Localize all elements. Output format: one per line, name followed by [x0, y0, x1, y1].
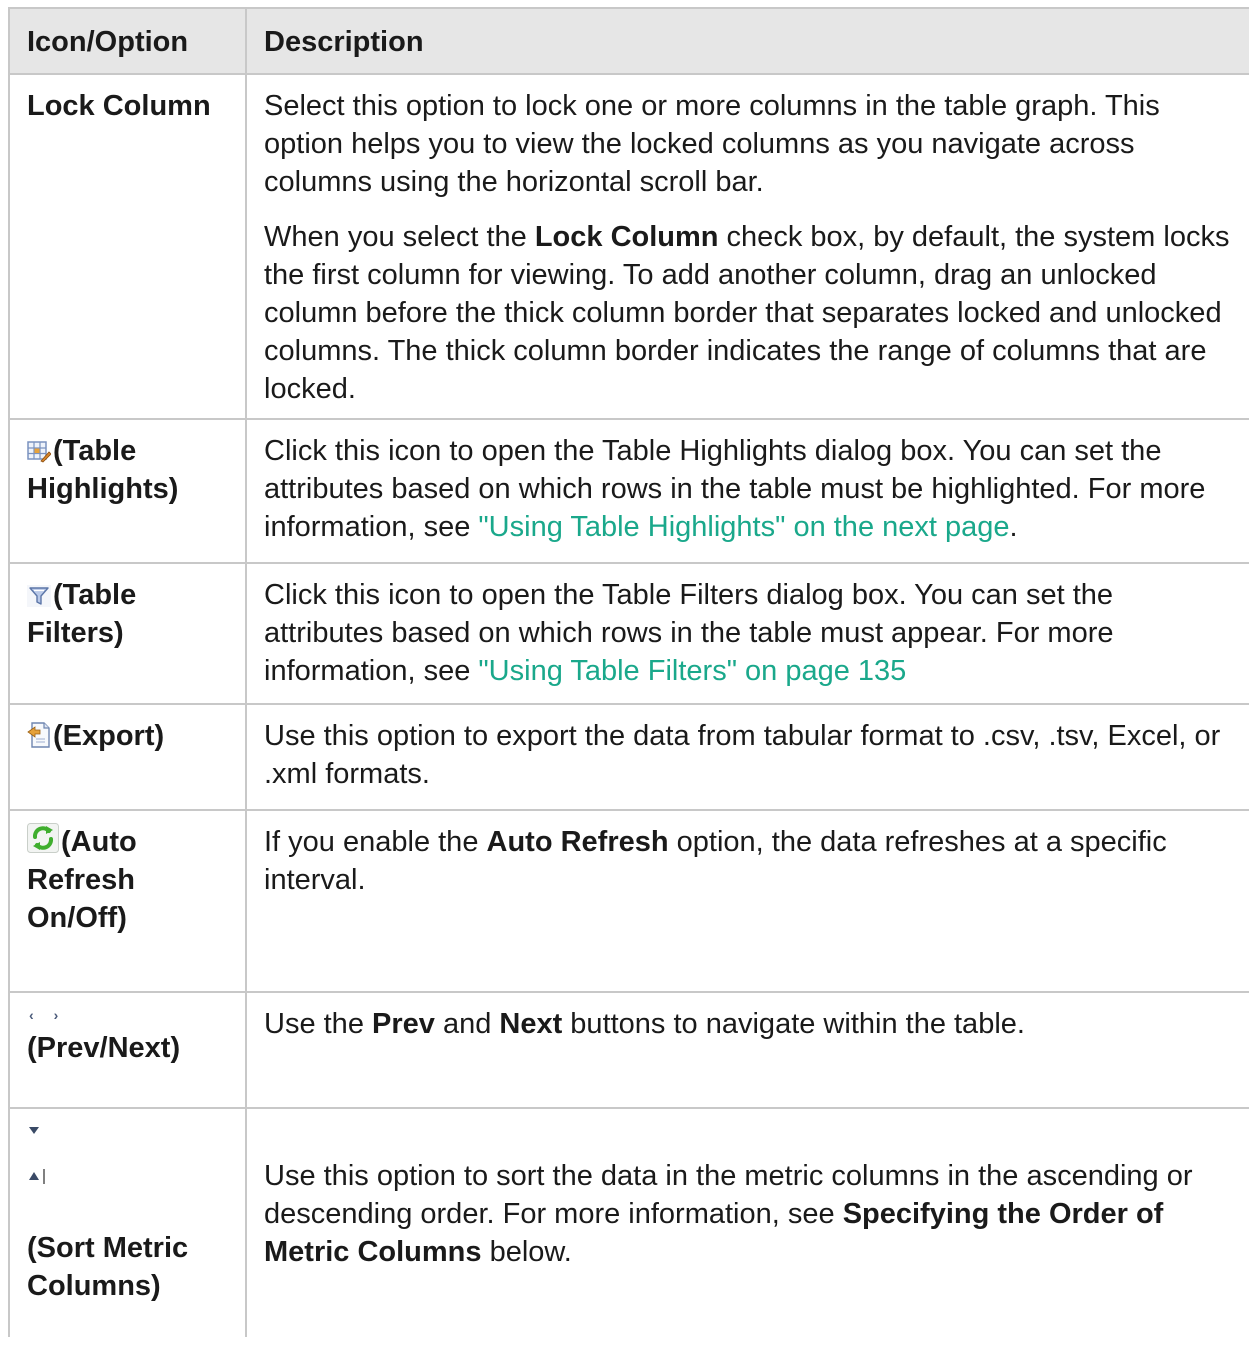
options-table: Icon/Option Description Lock Column Sele…	[8, 7, 1249, 1337]
description-auto-refresh: If you enable the Auto Refresh option, t…	[245, 809, 1249, 993]
description-lock-column: Select this option to lock one or more c…	[245, 73, 1249, 420]
description-paragraph: Select this option to lock one or more c…	[264, 90, 1160, 198]
option-label: On/Off)	[27, 902, 127, 934]
option-label: (Table	[53, 579, 137, 611]
table-highlights-icon[interactable]	[27, 441, 51, 463]
option-label: Filters)	[27, 617, 124, 649]
prev-next-icons: ‹ ›	[27, 1005, 235, 1029]
sort-descending-icon[interactable]	[27, 1121, 235, 1163]
text-span: If you enable the	[264, 826, 487, 858]
table-row: (Table Highlights) Click this icon to ope…	[8, 418, 1249, 564]
bold-term: Lock Column	[534, 221, 719, 253]
option-lock-column: Lock Column	[8, 73, 247, 420]
description-export: Use this option to export the data from …	[245, 703, 1249, 811]
description-table-filters: Click this icon to open the Table Filter…	[245, 562, 1249, 705]
link-using-table-highlights[interactable]: "Using Table Highlights" on the next pag…	[478, 511, 1009, 543]
text-span: and	[434, 1008, 500, 1040]
table-row: (Auto Refresh On/Off) If you enable the Au…	[8, 809, 1249, 993]
table-row: (Export) Use this option to export the d…	[8, 703, 1249, 811]
table-row: ‹ › (Prev/Next) Use the Prev and Next but…	[8, 991, 1249, 1109]
description-sort-metric-columns: Use this option to sort the data in the …	[245, 1107, 1249, 1337]
table-row: Lock Column Select this option to lock o…	[8, 73, 1249, 420]
text-span: Use the	[264, 1008, 372, 1040]
option-label: Refresh	[27, 864, 135, 896]
option-export: (Export)	[8, 703, 247, 811]
option-sort-metric-columns: (Sort Metric Columns)	[8, 1107, 247, 1337]
export-icon[interactable]	[27, 722, 51, 748]
sort-ascending-icon[interactable]	[27, 1163, 235, 1229]
table-header-row: Icon/Option Description	[8, 7, 1249, 75]
description-prev-next: Use the Prev and Next buttons to navigat…	[245, 991, 1249, 1109]
link-using-table-filters[interactable]: "Using Table Filters" on page 135	[478, 655, 906, 687]
description-paragraph: When you select the Lock Column check bo…	[264, 218, 1239, 408]
auto-refresh-icon[interactable]	[27, 823, 59, 853]
text-span: below.	[481, 1236, 572, 1268]
text-span: .	[1009, 511, 1018, 543]
text-span: buttons to navigate within the table.	[562, 1008, 1025, 1040]
option-label: (Sort Metric	[27, 1232, 189, 1264]
description-table-highlights: Click this icon to open the Table Highli…	[245, 418, 1249, 564]
text-span: When you select the	[264, 221, 535, 253]
chevron-right-icon[interactable]: ›	[54, 1005, 59, 1025]
option-label: (Export)	[53, 720, 165, 752]
table-filters-icon[interactable]	[27, 585, 51, 607]
option-label: Highlights)	[27, 473, 179, 505]
header-description: Description	[245, 7, 1249, 75]
sort-icons	[27, 1121, 235, 1229]
option-prev-next: ‹ › (Prev/Next)	[8, 991, 247, 1109]
option-auto-refresh: (Auto Refresh On/Off)	[8, 809, 247, 993]
option-label: (Table	[53, 435, 137, 467]
table-row: (Table Filters) Click this icon to open t…	[8, 562, 1249, 705]
chevron-left-icon[interactable]: ‹	[29, 1005, 34, 1025]
bold-term: Prev	[372, 1008, 435, 1040]
bold-term: Next	[499, 1008, 563, 1040]
bold-term: Auto Refresh	[486, 826, 669, 858]
option-label: (Prev/Next)	[27, 1032, 181, 1064]
option-label: (Auto	[61, 826, 137, 858]
option-table-filters: (Table Filters)	[8, 562, 247, 705]
option-label: Columns)	[27, 1270, 161, 1302]
option-table-highlights: (Table Highlights)	[8, 418, 247, 564]
header-icon-option: Icon/Option	[8, 7, 247, 75]
table-row: (Sort Metric Columns) Use this option to …	[8, 1107, 1249, 1337]
